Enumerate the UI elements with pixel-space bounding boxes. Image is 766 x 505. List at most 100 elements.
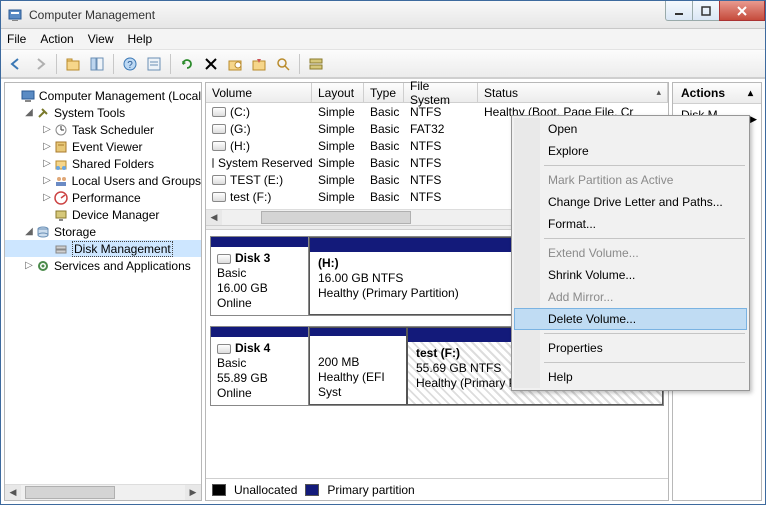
forward-button[interactable] [29,53,51,75]
show-hide-button[interactable] [86,53,108,75]
tree-task-scheduler[interactable]: ▷Task Scheduler [5,121,201,138]
tree-pane: Computer Management (Local ◢System Tools… [4,82,202,501]
toolbar-separator [56,54,57,74]
minimize-button[interactable] [665,1,693,21]
disk-4-efi-volume[interactable]: 200 MB Healthy (EFI Syst [309,327,407,405]
ctx-mark-active: Mark Partition as Active [514,169,747,191]
drive-icon [212,158,214,168]
titlebar[interactable]: Computer Management [1,1,765,29]
menubar: File Action View Help [1,29,765,50]
disk-kind: Basic [217,266,302,281]
event-icon [53,139,69,155]
tree-event-viewer[interactable]: ▷Event Viewer [5,138,201,155]
ctx-open[interactable]: Open [514,118,747,140]
tree-shared-folders[interactable]: ▷Shared Folders [5,155,201,172]
ctx-change-drive-letter[interactable]: Change Drive Letter and Paths... [514,191,747,213]
col-status[interactable]: Status▴ [478,83,668,102]
tree-root[interactable]: Computer Management (Local [5,87,201,104]
folder-shared-icon [53,156,69,172]
users-icon [53,173,69,189]
services-icon [35,258,51,274]
volume-name: (H:) [318,256,339,270]
tree-hscroll[interactable]: ◀ ▶ [5,484,201,500]
disk-icon [217,254,231,264]
toolbar-separator [170,54,171,74]
refresh-button[interactable] [176,53,198,75]
tree-system-tools[interactable]: ◢System Tools [5,104,201,121]
disk-state: Online [217,386,302,401]
scroll-left-icon[interactable]: ◀ [5,485,21,500]
tree-local-users[interactable]: ▷Local Users and Groups [5,172,201,189]
disk-header-bar [211,237,308,247]
collapse-icon[interactable]: ▴ [748,88,753,99]
back-button[interactable] [5,53,27,75]
disk-kind: Basic [217,356,302,371]
sort-indicator-icon: ▴ [656,87,661,98]
menu-view[interactable]: View [88,32,114,46]
tree-storage[interactable]: ◢Storage [5,223,201,240]
col-type[interactable]: Type [364,83,404,102]
volume-list-header: Volume Layout Type File System Status▴ [206,83,668,103]
app-icon [7,7,23,23]
drive-icon [212,124,226,134]
drive-icon [212,107,226,117]
tree-services[interactable]: ▷Services and Applications [5,257,201,274]
scroll-thumb[interactable] [25,486,115,499]
ctx-shrink-volume[interactable]: Shrink Volume... [514,264,747,286]
toolbar-separator [299,54,300,74]
ctx-separator [544,165,745,166]
storage-icon [35,224,51,240]
scroll-right-icon[interactable]: ▶ [185,485,201,500]
device-icon [53,207,69,223]
ctx-format[interactable]: Format... [514,213,747,235]
ctx-add-mirror: Add Mirror... [514,286,747,308]
disk-label: Disk 4 [235,341,270,356]
find-button[interactable] [272,53,294,75]
disk-3-info[interactable]: Disk 3 Basic 16.00 GB Online [211,237,309,315]
col-filesystem[interactable]: File System [404,83,478,102]
ctx-extend-volume: Extend Volume... [514,242,747,264]
performance-icon [53,190,69,206]
disk-size: 55.89 GB [217,371,302,386]
menu-help[interactable]: Help [128,32,153,46]
maximize-button[interactable] [692,1,720,21]
disk-list-button[interactable] [305,53,327,75]
delete-icon-button[interactable] [200,53,222,75]
nav-tree: Computer Management (Local ◢System Tools… [5,83,201,484]
tree-device-manager[interactable]: Device Manager [5,206,201,223]
chevron-right-icon[interactable]: ▶ [750,114,757,125]
close-button[interactable] [719,1,765,21]
disk-header-bar [211,327,308,337]
tree-disk-management[interactable]: Disk Management [5,240,201,257]
ctx-delete-volume[interactable]: Delete Volume... [514,308,747,330]
menu-file[interactable]: File [7,32,26,46]
legend-primary-swatch [305,484,319,496]
settings-button[interactable] [248,53,270,75]
legend-unallocated-swatch [212,484,226,496]
tree-performance[interactable]: ▷Performance [5,189,201,206]
window-buttons [666,1,765,21]
col-layout[interactable]: Layout [312,83,364,102]
volume-size: 200 MB [318,355,398,370]
help-button[interactable]: ? [119,53,141,75]
legend-unallocated-label: Unallocated [234,483,297,497]
col-volume[interactable]: Volume [206,83,312,102]
legend: Unallocated Primary partition [206,478,668,500]
volume-context-menu: Open Explore Mark Partition as Active Ch… [511,115,750,391]
list-button[interactable] [143,53,165,75]
disk-icon [217,344,231,354]
disk-mgmt-icon [53,241,69,257]
disk-state: Online [217,296,302,311]
ctx-properties[interactable]: Properties [514,337,747,359]
ctx-help[interactable]: Help [514,366,747,388]
up-button[interactable] [62,53,84,75]
ctx-explore[interactable]: Explore [514,140,747,162]
disk-4-info[interactable]: Disk 4 Basic 55.89 GB Online [211,327,309,405]
scroll-thumb[interactable] [261,211,411,224]
scroll-left-icon[interactable]: ◀ [206,210,222,225]
window-title: Computer Management [29,8,765,22]
properties-button[interactable] [224,53,246,75]
toolbar-separator [113,54,114,74]
actions-header: Actions ▴ [673,83,761,104]
menu-action[interactable]: Action [40,32,73,46]
